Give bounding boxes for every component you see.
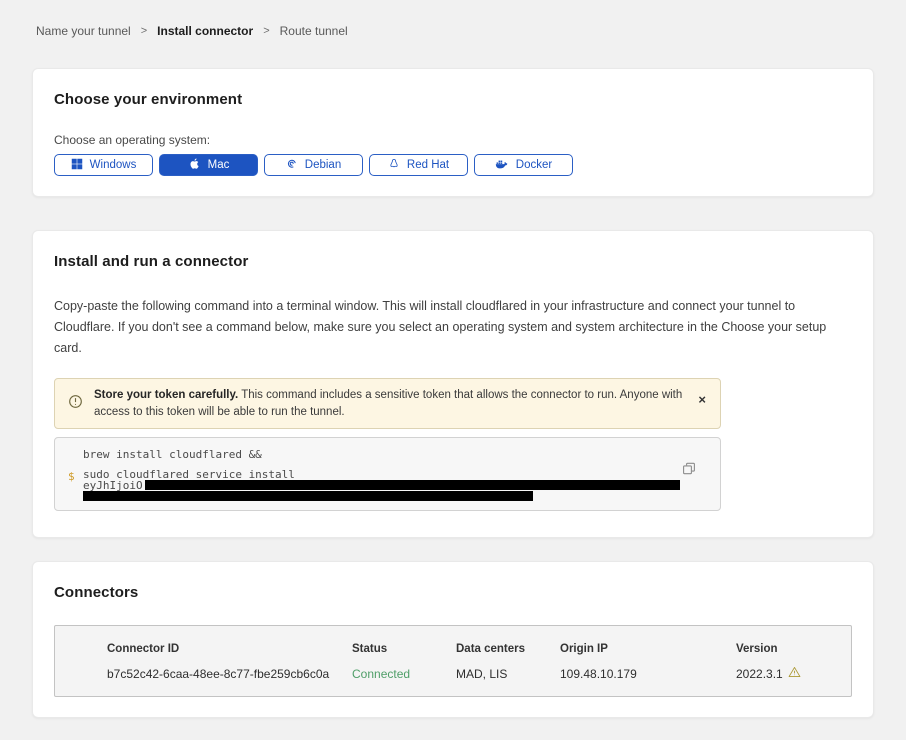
- shell-prompt: $: [68, 470, 75, 483]
- breadcrumb-separator: >: [263, 25, 269, 37]
- token-warning-text: Store your token carefully. This command…: [94, 387, 688, 420]
- command-line-sudo-group: sudo cloudflared service install eyJhIjo…: [83, 469, 680, 502]
- docker-icon: [495, 158, 509, 173]
- os-button-group: Windows Mac Debian: [54, 154, 852, 176]
- header-data-centers: Data centers: [456, 643, 560, 655]
- step-install-connector[interactable]: Install connector: [157, 24, 253, 38]
- os-button-debian[interactable]: Debian: [264, 154, 363, 176]
- header-origin-ip: Origin IP: [560, 643, 736, 655]
- choose-environment-title: Choose your environment: [54, 91, 852, 108]
- close-icon[interactable]: ×: [698, 393, 706, 406]
- command-line-brew: brew install cloudflared &&: [83, 447, 680, 463]
- install-command-block: brew install cloudflared && $ sudo cloud…: [54, 437, 721, 511]
- connectors-title: Connectors: [54, 584, 852, 601]
- os-button-label: Windows: [90, 159, 137, 171]
- step-name-your-tunnel[interactable]: Name your tunnel: [36, 24, 131, 38]
- os-button-label: Docker: [516, 159, 552, 171]
- cell-data-centers: MAD, LIS: [456, 667, 560, 681]
- install-connector-title: Install and run a connector: [54, 253, 852, 270]
- token-warning-bold: Store your token carefully.: [94, 389, 238, 401]
- os-button-label: Red Hat: [407, 159, 449, 171]
- os-button-redhat[interactable]: Red Hat: [369, 154, 468, 176]
- header-version: Version: [736, 643, 841, 655]
- breadcrumb: Name your tunnel > Install connector > R…: [36, 0, 874, 38]
- step-route-tunnel[interactable]: Route tunnel: [280, 24, 348, 38]
- os-button-docker[interactable]: Docker: [474, 154, 573, 176]
- cell-version: 2022.3.1: [736, 666, 841, 681]
- os-button-mac[interactable]: Mac: [159, 154, 258, 176]
- command-token-line-2: [83, 491, 680, 502]
- cell-connector-id: b7c52c42-6caa-48ee-8c77-fbe259cb6c0a: [107, 667, 352, 681]
- copy-icon[interactable]: [682, 462, 696, 479]
- table-row: b7c52c42-6caa-48ee-8c77-fbe259cb6c0a Con…: [107, 666, 841, 681]
- tunnel-setup-page: Name your tunnel > Install connector > R…: [0, 0, 906, 740]
- redacted-token-bar: [145, 480, 680, 490]
- install-connector-card: Install and run a connector Copy-paste t…: [32, 230, 874, 538]
- cell-origin-ip: 109.48.10.179: [560, 667, 736, 681]
- command-token-line: eyJhIjoiO: [83, 480, 680, 491]
- install-description: Copy-paste the following command into a …: [54, 296, 852, 359]
- version-warning-icon: [788, 666, 801, 681]
- os-button-windows[interactable]: Windows: [54, 154, 153, 176]
- os-button-label: Debian: [305, 159, 341, 171]
- table-header-row: Connector ID Status Data centers Origin …: [107, 643, 841, 655]
- windows-icon: [71, 158, 83, 173]
- breadcrumb-separator: >: [141, 25, 147, 37]
- connectors-table: Connector ID Status Data centers Origin …: [54, 625, 852, 697]
- os-button-label: Mac: [208, 159, 230, 171]
- os-select-label: Choose an operating system:: [54, 133, 852, 147]
- header-connector-id: Connector ID: [107, 643, 352, 655]
- alert-circle-icon: [68, 394, 83, 414]
- apple-icon: [188, 157, 201, 173]
- choose-environment-card: Choose your environment Choose an operat…: [32, 68, 874, 197]
- token-warning-banner: Store your token carefully. This command…: [54, 378, 721, 429]
- status-badge: Connected: [352, 667, 456, 681]
- connectors-card: Connectors Connector ID Status Data cent…: [32, 561, 874, 718]
- debian-icon: [286, 158, 298, 173]
- redhat-icon: [388, 158, 400, 173]
- header-status: Status: [352, 643, 456, 655]
- redacted-token-bar: [83, 491, 533, 501]
- command-line-sudo: sudo cloudflared service install: [83, 469, 680, 480]
